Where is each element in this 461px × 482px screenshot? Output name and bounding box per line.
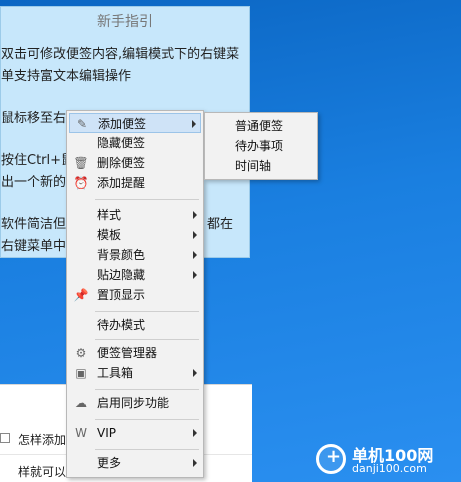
menu-item-pin-top[interactable]: 📌 置顶显示 bbox=[69, 285, 201, 305]
menu-separator bbox=[95, 311, 199, 312]
chevron-right-icon bbox=[192, 120, 196, 128]
row-text: 怎样添加 bbox=[18, 433, 67, 447]
note-title: 新手指引 bbox=[97, 14, 153, 30]
row-right-text: 件会自 bbox=[200, 462, 237, 476]
menu-item-style[interactable]: 样式 bbox=[69, 205, 201, 225]
watermark-url: danji100.com bbox=[352, 462, 427, 475]
submenu-item-normal-note[interactable]: 普通便签 bbox=[207, 116, 315, 136]
watermark: 单机100网 danji100.com bbox=[312, 440, 460, 480]
add-note-icon: ✎ bbox=[76, 117, 88, 131]
menu-item-vip[interactable]: W VIP bbox=[69, 423, 201, 443]
submenu-item-timeline[interactable]: 时间轴 bbox=[207, 156, 315, 176]
chevron-right-icon bbox=[193, 369, 197, 377]
site-logo-icon bbox=[316, 444, 346, 474]
pin-icon: 📌 bbox=[73, 288, 89, 302]
vip-icon: W bbox=[75, 426, 87, 440]
menu-item-enable-sync[interactable]: ☁ 启用同步功能 bbox=[69, 393, 201, 413]
note-line-2: 单支持富文本编辑操作 bbox=[1, 69, 132, 84]
chevron-right-icon bbox=[193, 459, 197, 467]
alarm-icon: ⏰ bbox=[73, 176, 89, 190]
menu-item-delete-note[interactable]: 🗑 删除便签 bbox=[69, 153, 201, 173]
chevron-right-icon bbox=[193, 429, 197, 437]
menu-item-add-reminder[interactable]: ⏰ 添加提醒 bbox=[69, 173, 201, 193]
gear-icon: ⚙ bbox=[75, 346, 87, 360]
menu-separator bbox=[95, 419, 199, 420]
menu-item-template[interactable]: 模板 bbox=[69, 225, 201, 245]
row-checkbox[interactable] bbox=[0, 433, 10, 443]
chevron-right-icon bbox=[193, 251, 197, 259]
menu-separator bbox=[95, 199, 199, 200]
submenu-item-todo[interactable]: 待办事项 bbox=[207, 136, 315, 156]
add-note-submenu: 普通便签 待办事项 时间轴 bbox=[204, 112, 318, 180]
menu-separator bbox=[95, 449, 199, 450]
menu-item-more[interactable]: 更多 bbox=[69, 453, 201, 473]
row-text: 样就可以 bbox=[18, 465, 67, 479]
note-line-8: 都在 bbox=[207, 217, 234, 232]
menu-separator bbox=[95, 339, 199, 340]
row-right-text: 文字一 bbox=[200, 432, 237, 446]
chevron-right-icon bbox=[193, 271, 197, 279]
chevron-right-icon bbox=[193, 211, 197, 219]
menu-item-add-note[interactable]: ✎ 添加便签 bbox=[69, 113, 201, 133]
menu-separator bbox=[95, 389, 199, 390]
note-line-1: 双击可修改便签内容,编辑模式下的右键菜 bbox=[1, 47, 240, 62]
toolbox-icon: ▣ bbox=[75, 366, 87, 380]
cloud-icon: ☁ bbox=[75, 396, 87, 410]
note-line-7: 右键菜单中 bbox=[1, 239, 67, 254]
menu-item-note-manager[interactable]: ⚙ 便签管理器 bbox=[69, 343, 201, 363]
menu-item-bg-color[interactable]: 背景颜色 bbox=[69, 245, 201, 265]
menu-item-toolbox[interactable]: ▣ 工具箱 bbox=[69, 363, 201, 383]
menu-item-hide-note[interactable]: 隐藏便签 bbox=[69, 133, 201, 153]
trash-icon: 🗑 bbox=[73, 156, 89, 170]
context-menu: ✎ 添加便签 隐藏便签 🗑 删除便签 ⏰ 添加提醒 样式 模板 背景颜色 贴边隐… bbox=[66, 110, 204, 478]
chevron-right-icon bbox=[193, 231, 197, 239]
menu-item-edge-hide[interactable]: 贴边隐藏 bbox=[69, 265, 201, 285]
note-line-4: 按住Ctrl+鼠 bbox=[1, 153, 75, 168]
menu-item-todo-mode[interactable]: 待办模式 bbox=[69, 315, 201, 335]
